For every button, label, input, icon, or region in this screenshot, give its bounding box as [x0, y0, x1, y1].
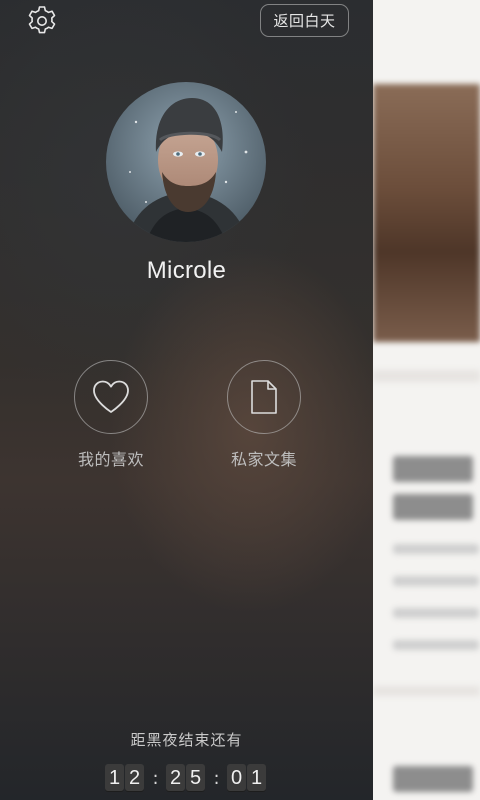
divider — [373, 370, 480, 382]
blurred-line — [393, 456, 473, 482]
timer-digit: 2 — [125, 764, 144, 792]
main-content-blurred[interactable] — [373, 0, 480, 800]
timer-digit: 2 — [166, 764, 185, 792]
blurred-line — [393, 494, 473, 520]
avatar[interactable] — [106, 82, 266, 242]
heart-icon — [93, 380, 129, 413]
timer-separator: : — [213, 767, 220, 789]
user-avatar-image — [106, 82, 266, 242]
collection-label: 私家文集 — [230, 450, 297, 469]
return-day-button[interactable]: 返回白天 — [260, 4, 349, 37]
collection-circle — [227, 360, 301, 434]
private-collection-button[interactable]: 私家文集 — [209, 360, 319, 470]
timer-digit: 0 — [227, 764, 246, 792]
favorites-circle — [74, 360, 148, 434]
settings-button[interactable] — [24, 4, 60, 38]
document-icon — [251, 380, 277, 414]
blurred-line — [393, 544, 479, 554]
blurred-cover-image — [373, 84, 480, 342]
countdown-timer: 1 2 : 2 5 : 0 1 — [105, 764, 267, 792]
gear-icon — [28, 6, 56, 34]
timer-separator: : — [152, 767, 159, 789]
timer-digit: 5 — [186, 764, 205, 792]
blurred-line — [393, 608, 479, 618]
favorites-label: 我的喜欢 — [77, 450, 144, 469]
blurred-line — [393, 576, 479, 586]
blurred-line — [393, 766, 473, 792]
countdown-title: 距黑夜结束还有 — [130, 731, 243, 749]
night-mode-drawer: 返回白天 Microle 我的喜欢 私家文集 距黑夜结束还有 1 2: 2 5… — [0, 0, 373, 800]
username: Microle — [146, 257, 227, 284]
divider — [373, 686, 480, 696]
timer-digit: 1 — [105, 764, 124, 792]
timer-digit: 1 — [247, 764, 266, 792]
my-favorites-button[interactable]: 我的喜欢 — [56, 360, 166, 470]
blurred-line — [393, 640, 479, 650]
